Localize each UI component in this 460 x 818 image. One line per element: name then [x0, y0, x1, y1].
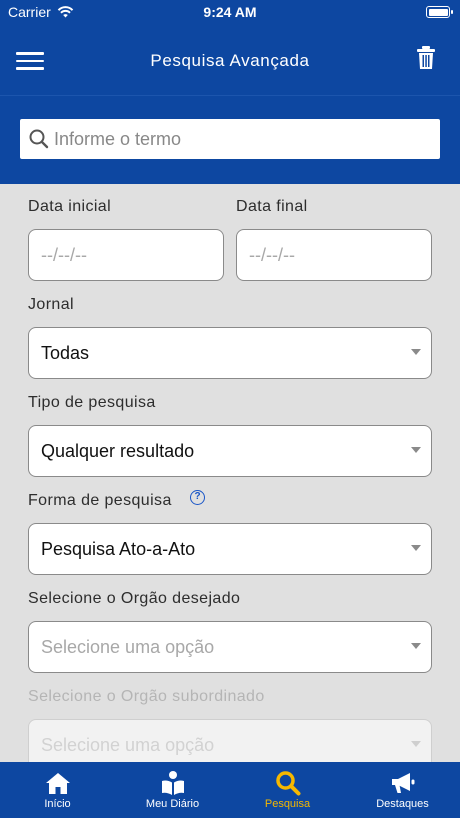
- journal-label: Jornal: [28, 296, 74, 313]
- sub-organ-label: Selecione o Orgão subordinado: [28, 688, 265, 705]
- tab-inicio[interactable]: Início: [0, 762, 115, 818]
- book-reader-icon: [161, 771, 184, 795]
- tab-label: Início: [44, 798, 71, 810]
- chevron-down-icon: [411, 349, 421, 355]
- journal-select[interactable]: Todas: [28, 327, 432, 379]
- home-icon: [45, 773, 70, 794]
- search-form-select[interactable]: Pesquisa Ato-a-Ato: [28, 523, 432, 575]
- start-date-placeholder: --/--/--: [41, 245, 87, 265]
- tab-pesquisa[interactable]: Pesquisa: [230, 762, 345, 818]
- search-icon: [29, 129, 49, 149]
- page-title: Pesquisa Avançada: [150, 51, 310, 70]
- search-box: [20, 119, 440, 159]
- organ-placeholder: Selecione uma opção: [41, 637, 215, 657]
- sub-organ-select: Selecione uma opção: [28, 719, 432, 762]
- chevron-down-icon: [411, 545, 421, 551]
- search-type-label: Tipo de pesquisa: [28, 394, 156, 411]
- battery-icon: [426, 6, 453, 18]
- search-type-value: Qualquer resultado: [41, 441, 195, 461]
- search-area: [0, 96, 460, 184]
- trash-icon[interactable]: [416, 46, 436, 70]
- journal-value: Todas: [41, 343, 90, 363]
- search-form-label: Forma de pesquisa: [28, 492, 172, 509]
- end-date-placeholder: --/--/--: [249, 245, 295, 265]
- end-date-field[interactable]: --/--/--: [236, 229, 432, 281]
- search-type-select[interactable]: Qualquer resultado: [28, 425, 432, 477]
- chevron-down-icon: [411, 741, 421, 747]
- tab-destaques[interactable]: Destaques: [345, 762, 460, 818]
- tab-meu-diario[interactable]: Meu Diário: [115, 762, 230, 818]
- start-date-field[interactable]: --/--/--: [28, 229, 224, 281]
- organ-select[interactable]: Selecione uma opção: [28, 621, 432, 673]
- organ-label: Selecione o Orgão desejado: [28, 590, 241, 607]
- status-time: 9:24 AM: [203, 4, 257, 20]
- search-icon: [275, 771, 300, 796]
- tab-label: Destaques: [376, 798, 429, 810]
- tab-bar: Início Meu Diário Pesquisa Destaques: [0, 762, 460, 818]
- chevron-down-icon: [411, 447, 421, 453]
- search-input[interactable]: [54, 125, 424, 153]
- status-bar: Carrier 9:24 AM: [0, 0, 460, 24]
- chevron-down-icon: [411, 643, 421, 649]
- help-icon[interactable]: ?: [190, 490, 205, 505]
- start-date-label: Data inicial: [28, 198, 112, 215]
- end-date-label: Data final: [236, 198, 308, 215]
- tab-label: Pesquisa: [264, 798, 311, 810]
- tab-label: Meu Diário: [145, 798, 200, 810]
- search-form-value: Pesquisa Ato-a-Ato: [41, 539, 196, 559]
- megaphone-icon: [391, 773, 414, 793]
- navigation-bar: Pesquisa Avançada: [0, 24, 460, 96]
- advanced-search-form: Data inicial Data final --/--/-- --/--/-…: [0, 184, 460, 762]
- sub-organ-placeholder: Selecione uma opção: [41, 735, 215, 755]
